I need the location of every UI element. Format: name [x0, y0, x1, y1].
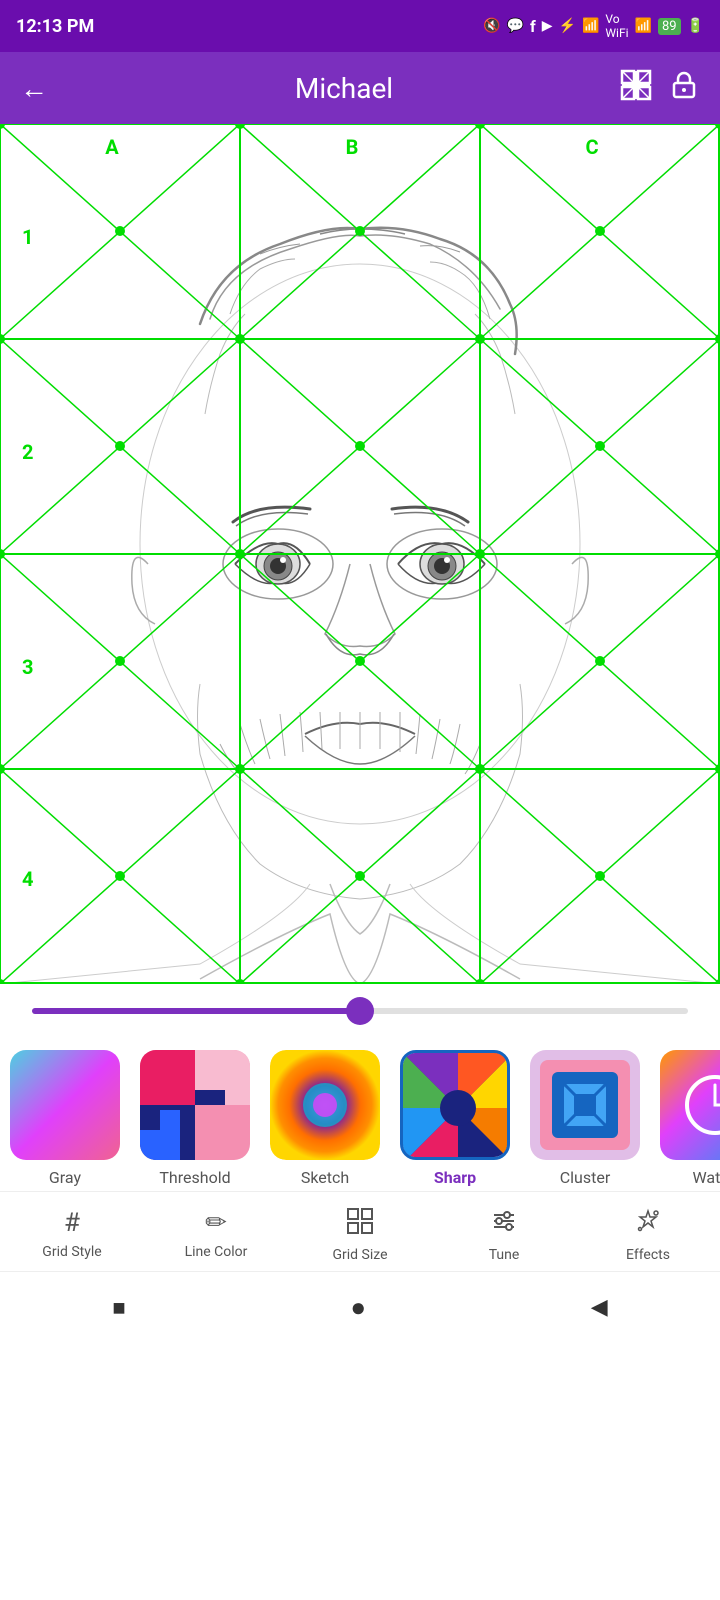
filter-label-gray: Gray — [49, 1168, 81, 1187]
header-icons — [620, 69, 700, 107]
filter-thumb-sharp — [400, 1050, 510, 1160]
system-nav: ■ ● ◀ — [0, 1271, 720, 1343]
vowifi-label: VoWiFi — [605, 12, 628, 40]
back-system-button[interactable]: ◀ — [591, 1295, 608, 1320]
slider-area — [0, 984, 720, 1038]
filter-label-cluster: Cluster — [560, 1168, 611, 1187]
back-button[interactable]: ← — [20, 72, 48, 105]
lock-icon[interactable] — [668, 69, 700, 107]
filter-item-watch[interactable]: Watch — [650, 1050, 720, 1187]
mute-icon: 🔇 — [483, 18, 500, 34]
filter-item-threshold[interactable]: Threshold — [130, 1050, 260, 1187]
tune-icon — [491, 1208, 517, 1241]
filter-thumb-gray — [10, 1050, 120, 1160]
wifi-icon: 📶 — [635, 18, 652, 34]
top-bar: ← Michael — [0, 52, 720, 124]
youtube-icon: ▶ — [542, 18, 553, 34]
filter-strip: Gray Threshold — [0, 1038, 720, 1191]
nav-label-line-color: Line Color — [185, 1244, 248, 1260]
bottom-nav: # Grid Style ✏ Line Color Grid Size — [0, 1191, 720, 1271]
page-title: Michael — [68, 72, 620, 105]
status-bar: 12:13 PM 🔇 💬 f ▶ ⚡ 📶 VoWiFi 📶 89 🔋 — [0, 0, 720, 52]
filter-label-threshold: Threshold — [159, 1168, 230, 1187]
filter-item-sketch[interactable]: Sketch — [260, 1050, 390, 1187]
line-color-icon: ✏ — [205, 1208, 227, 1238]
nav-item-grid-style[interactable]: # Grid Style — [12, 1208, 132, 1263]
filter-label-sharp: Sharp — [434, 1168, 476, 1187]
slider-thumb[interactable] — [346, 997, 374, 1025]
grid-overlay-icon[interactable] — [620, 69, 652, 107]
filter-thumb-threshold — [140, 1050, 250, 1160]
filter-thumb-sketch — [270, 1050, 380, 1160]
signal-icon: 📶 — [582, 18, 599, 34]
stop-button[interactable]: ■ — [112, 1295, 125, 1321]
home-button[interactable]: ● — [350, 1292, 366, 1323]
filter-label-watch: Watch — [692, 1168, 720, 1187]
battery-icon: 🔋 — [687, 18, 704, 34]
filter-label-sketch: Sketch — [301, 1168, 349, 1187]
filter-item-cluster[interactable]: Cluster — [520, 1050, 650, 1187]
filter-thumb-cluster — [530, 1050, 640, 1160]
grid-style-icon: # — [64, 1208, 80, 1238]
message-icon: 💬 — [507, 18, 524, 34]
facebook-icon: f — [530, 17, 536, 36]
nav-label-grid-size: Grid Size — [332, 1247, 387, 1263]
nav-item-tune[interactable]: Tune — [444, 1208, 564, 1263]
filter-thumb-watch — [660, 1050, 720, 1160]
grid-size-icon — [347, 1208, 373, 1241]
nav-item-line-color[interactable]: ✏ Line Color — [156, 1208, 276, 1263]
nav-label-grid-style: Grid Style — [42, 1244, 101, 1260]
nav-label-effects: Effects — [626, 1247, 670, 1263]
battery-label: 89 — [658, 18, 681, 35]
face-sketch — [0, 124, 720, 984]
nav-item-grid-size[interactable]: Grid Size — [300, 1208, 420, 1263]
status-time: 12:13 PM — [16, 16, 94, 37]
nav-label-tune: Tune — [489, 1247, 520, 1263]
bluetooth-icon: ⚡ — [559, 18, 576, 34]
slider-fill — [32, 1008, 360, 1014]
image-area: A B C 1 2 3 4 — [0, 124, 720, 984]
filter-item-gray[interactable]: Gray — [0, 1050, 130, 1187]
effects-icon — [635, 1208, 661, 1241]
status-icons: 🔇 💬 f ▶ ⚡ 📶 VoWiFi 📶 89 🔋 — [483, 12, 704, 40]
nav-item-effects[interactable]: Effects — [588, 1208, 708, 1263]
filter-item-sharp[interactable]: Sharp — [390, 1050, 520, 1187]
slider-track[interactable] — [32, 1008, 688, 1014]
